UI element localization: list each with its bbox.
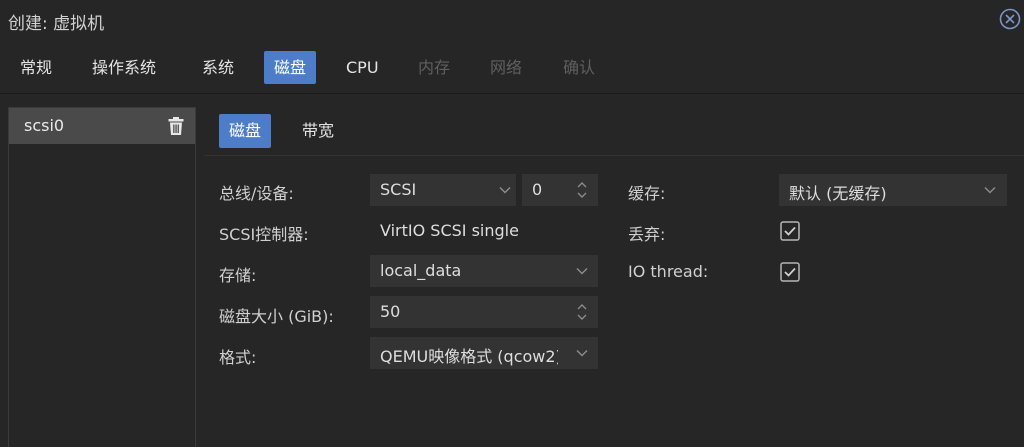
bus-device-label: 总线/设备: [219,184,294,203]
trash-icon[interactable] [167,116,185,136]
close-icon[interactable] [999,8,1021,30]
discard-label: 丢弃: [628,225,666,244]
tab-os[interactable]: 操作系统 [82,50,166,86]
cache-select-value: 默认 (无缓存) [789,184,887,203]
io-thread-checkbox[interactable] [780,262,800,282]
scsi-controller-value: VirtIO SCSI single [380,221,519,240]
tab-system[interactable]: 系统 [192,50,244,86]
format-label: 格式: [219,348,257,367]
spinner-icon[interactable] [575,179,589,201]
tab-cpu[interactable]: CPU [336,50,389,86]
bus-select-value: SCSI [380,180,417,199]
tab-disks[interactable]: 磁盘 [264,51,317,84]
discard-checkbox[interactable] [780,221,800,241]
tab-memory: 内存 [418,58,451,77]
window-title: 创建: 虚拟机 [8,14,105,34]
device-number-value: 0 [532,180,543,199]
tab-network: 网络 [490,58,523,77]
disk-list-item-scsi0[interactable]: scsi0 [9,108,195,144]
cache-label: 缓存: [628,184,666,203]
tab-confirm: 确认 [563,58,596,77]
disk-list-item-label: scsi0 [24,116,65,135]
chevron-down-icon [499,186,511,194]
disk-list: scsi0 [8,107,196,447]
window-titlebar: 创建: 虚拟机 [0,0,1024,40]
storage-select[interactable]: local_data [370,255,598,287]
storage-label: 存储: [219,266,257,285]
chevron-down-icon [576,349,588,357]
device-number-stepper[interactable]: 0 [522,174,598,206]
tabs-divider [0,93,1024,94]
bus-select[interactable]: SCSI [370,174,516,206]
subtabs-divider [204,155,1024,156]
disk-size-input[interactable]: 50 [370,296,598,328]
storage-select-value: local_data [380,261,462,280]
subtab-disk[interactable]: 磁盘 [219,114,272,148]
disk-size-label: 磁盘大小 (GiB): [219,307,334,326]
cache-select[interactable]: 默认 (无缓存) [779,174,1007,206]
subtab-bandwidth[interactable]: 带宽 [292,114,344,148]
chevron-down-icon [984,186,996,194]
chevron-down-icon [576,267,588,275]
io-thread-label: IO thread: [628,262,709,281]
format-select[interactable]: QEMU映像格式 (qcow2) [370,337,598,369]
spinner-icon[interactable] [575,301,589,323]
format-select-value: QEMU映像格式 (qcow2) [380,347,558,366]
tab-general[interactable]: 常规 [10,50,62,86]
wizard-tabs: 常规 操作系统 系统 磁盘 CPU 内存 网络 确认 [0,50,1024,86]
scsi-controller-label: SCSI控制器: [219,225,309,244]
disk-size-value: 50 [380,302,401,321]
